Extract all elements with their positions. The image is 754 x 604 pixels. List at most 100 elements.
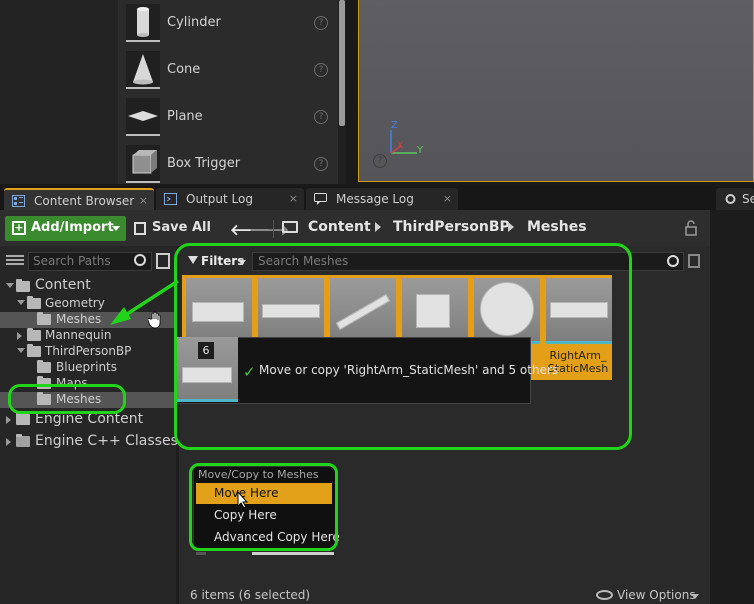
caret-right-icon[interactable] (6, 438, 11, 446)
message-log-icon (314, 193, 327, 205)
breadcrumb-separator-icon[interactable] (508, 222, 514, 232)
place-item-plane[interactable]: Plane ? (118, 94, 338, 141)
cylinder-icon (126, 4, 160, 42)
breadcrumb-separator-icon[interactable] (375, 222, 381, 232)
viewport-help-icon[interactable]: ? (373, 154, 387, 168)
sources-options-icon[interactable] (156, 253, 170, 269)
tree-item-mannequin[interactable]: Mannequin (0, 328, 176, 344)
status-text: 6 items (6 selected) (190, 588, 311, 602)
place-scrollbar-thumb[interactable] (339, 0, 345, 126)
cone-icon (126, 51, 160, 89)
tab-output-log[interactable]: Output Log × (156, 188, 304, 210)
hand-cursor-icon (148, 311, 161, 329)
tab-settings[interactable]: Se (716, 188, 754, 210)
place-item-label: Cylinder (167, 15, 221, 30)
plane-icon (126, 98, 160, 136)
place-item-cone[interactable]: Cone ? (118, 47, 338, 94)
tab-content-browser[interactable]: Content Browser × (4, 188, 154, 210)
tab-message-log[interactable]: Message Log × (306, 188, 458, 210)
toolbar-divider (273, 220, 274, 238)
tree-item-label: Content (35, 277, 91, 293)
folder-icon[interactable] (282, 221, 298, 233)
annotation-highlight-assets (174, 243, 632, 450)
folder-icon (27, 328, 41, 341)
folder-icon (27, 296, 41, 309)
help-icon[interactable]: ? (314, 110, 328, 124)
save-all-label: Save All (152, 220, 211, 235)
place-item-cylinder[interactable]: Cylinder ? (118, 0, 338, 47)
cpp-folder-icon (16, 434, 30, 447)
right-panel-strip (710, 210, 754, 604)
tree-item-geometry[interactable]: Geometry (0, 296, 176, 312)
add-icon: + (12, 221, 26, 235)
breadcrumb-content[interactable]: Content (308, 219, 371, 235)
eye-icon (596, 590, 613, 600)
axis-y-label: Y (417, 145, 424, 156)
folder-icon (16, 412, 30, 425)
tab-label: Se (742, 192, 754, 206)
tree-item-content[interactable]: Content (0, 277, 176, 294)
asset-options-icon[interactable] (688, 254, 700, 268)
annotation-highlight-meshes-folder (8, 384, 126, 414)
tree-item-engine-cpp-classes[interactable]: Engine C++ Classes (0, 433, 178, 450)
breadcrumb-meshes[interactable]: Meshes (527, 219, 587, 235)
search-icon[interactable] (134, 254, 146, 266)
caret-right-icon[interactable] (6, 416, 11, 424)
box-trigger-icon (126, 145, 160, 183)
breadcrumb-thirdpersonbp[interactable]: ThirdPersonBP (393, 219, 510, 235)
axis-x-label: X (397, 141, 404, 151)
place-item-box-trigger[interactable]: Box Trigger ? (118, 141, 338, 188)
caret-down-icon[interactable] (6, 283, 14, 288)
chevron-down-icon (691, 594, 699, 599)
tree-item-label: ThirdPersonBP (45, 344, 132, 358)
tree-item-label: Mannequin (45, 328, 112, 342)
place-item-label: Plane (167, 109, 203, 124)
save-icon (134, 222, 146, 235)
left-dark-panel (0, 0, 118, 184)
tree-item-label: Geometry (45, 296, 105, 310)
underlying-ghost-item (196, 552, 206, 555)
tree-item-label: Blueprints (56, 360, 118, 374)
save-all-button[interactable]: Save All (134, 216, 214, 241)
axis-z-label: Z (391, 120, 398, 131)
close-icon[interactable]: × (289, 192, 298, 205)
caret-down-icon[interactable] (17, 348, 25, 353)
caret-right-icon[interactable] (17, 332, 22, 340)
view-options-label: View Options (617, 588, 696, 602)
tree-item-engine-content[interactable]: Engine Content (0, 411, 176, 428)
axis-gizmo-icon (390, 130, 417, 154)
level-viewport[interactable]: Z X Y ? (358, 0, 754, 182)
place-item-label: Cone (167, 62, 201, 77)
tree-item-blueprints[interactable]: Blueprints (0, 360, 176, 376)
caret-down-icon[interactable] (17, 300, 25, 305)
sources-toggle-icon[interactable] (6, 253, 24, 269)
folder-icon (27, 344, 41, 357)
close-icon[interactable]: × (443, 192, 452, 205)
search-icon[interactable] (667, 255, 679, 267)
output-log-icon (164, 193, 177, 205)
underlying-ghost-item (252, 552, 334, 555)
place-item-label: Box Trigger (167, 156, 241, 171)
chevron-down-icon (112, 226, 120, 231)
lock-icon[interactable] (684, 220, 698, 236)
tab-label: Content Browser (34, 194, 135, 208)
folder-icon (37, 360, 51, 373)
tab-label: Output Log (186, 192, 253, 206)
tree-item-label: Meshes (56, 312, 102, 326)
folder-icon (16, 279, 30, 292)
tab-label: Message Log (336, 192, 414, 206)
help-icon[interactable]: ? (314, 63, 328, 77)
panel-splitter[interactable] (346, 0, 358, 184)
gear-icon (725, 194, 736, 204)
tree-item-thirdpersonbp[interactable]: ThirdPersonBP (0, 344, 176, 360)
add-import-label: Add/Import (31, 220, 114, 235)
annotation-highlight-menu (189, 463, 338, 551)
content-browser-icon (12, 195, 25, 207)
arrow-cursor-icon (237, 491, 249, 509)
close-icon[interactable]: × (139, 194, 148, 207)
help-icon[interactable]: ? (314, 157, 328, 171)
help-icon[interactable]: ? (314, 16, 328, 30)
tree-item-label: Engine C++ Classes (35, 433, 178, 449)
add-import-button[interactable]: + Add/Import (5, 216, 126, 241)
folder-icon (37, 312, 51, 325)
